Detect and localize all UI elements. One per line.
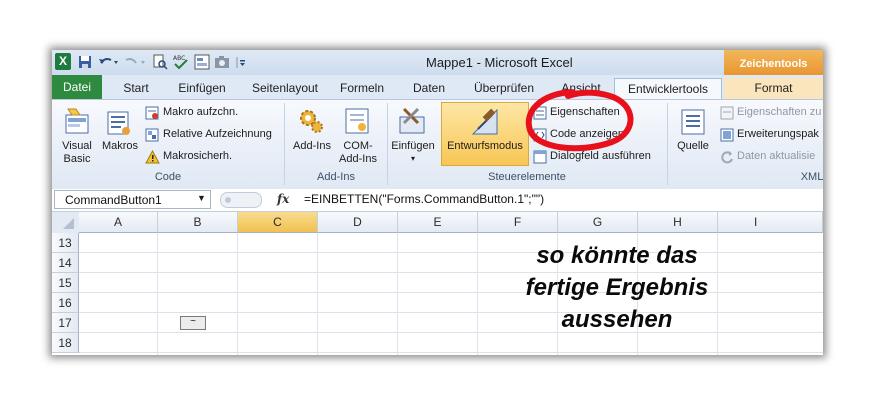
visual-basic-label-1: Visual — [62, 140, 92, 152]
context-header-zeichentools: Zeichentools — [724, 50, 823, 78]
column-gridline — [317, 233, 318, 355]
com-add-ins-button[interactable]: COM- Add-Ins — [334, 140, 382, 166]
einfuegen-dropdown-icon[interactable]: ▾ — [411, 154, 415, 163]
print-preview-icon[interactable] — [152, 54, 168, 70]
excel-logo-icon[interactable]: X — [55, 53, 71, 70]
group-separator — [667, 103, 668, 185]
formula-input[interactable]: =EINBETTEN("Forms.CommandButton.1";"") — [304, 192, 544, 206]
column-gridline — [157, 233, 158, 355]
title-bar: X ABC Mappe1 - Microsoft Excel Zeichento… — [52, 50, 823, 78]
formula-bar: CommandButton1 ▼ fx =EINBETTEN("Forms.Co… — [52, 189, 823, 212]
visual-basic-button[interactable]: Visual Basic — [54, 140, 100, 166]
makro-aufzeichnen-button[interactable]: Makro aufzchn. — [163, 106, 238, 118]
red-annotation-circle — [525, 89, 634, 152]
erweiterungspakete-button[interactable]: Erweiterungspak — [737, 128, 819, 140]
group-label-steuerelemente: Steuerelemente — [488, 171, 566, 183]
column-header[interactable]: A — [79, 212, 158, 233]
xml-source-icon — [681, 109, 705, 135]
makrosicherheit-button[interactable]: Makrosicherh. — [163, 150, 232, 162]
tab-start[interactable]: Start — [116, 78, 156, 99]
ribbon-entwicklertools: Visual Basic Makros Makro aufzchn. Relati… — [52, 89, 823, 190]
insert-controls-icon — [399, 107, 425, 134]
entwurfsmodus-button[interactable]: Entwurfsmodus — [441, 102, 529, 166]
expansion-packs-icon — [720, 128, 734, 142]
worksheet-grid[interactable]: A B C D E F G H I 13 14 15 16 17 18 ~ so… — [52, 212, 823, 355]
column-header[interactable]: C — [238, 212, 318, 233]
customize-qat-icon[interactable] — [236, 55, 246, 69]
row-header[interactable]: 16 — [52, 293, 79, 313]
einfuegen-controls-button[interactable]: Einfügen — [388, 140, 438, 152]
refresh-data-icon — [721, 151, 733, 164]
row-header[interactable]: 17 — [52, 313, 79, 333]
undo-icon[interactable] — [98, 55, 120, 69]
tab-format[interactable]: Format — [724, 78, 823, 99]
visual-basic-icon — [65, 108, 89, 134]
entwurfsmodus-label: Entwurfsmodus — [447, 140, 523, 152]
row-gridline — [79, 352, 823, 353]
column-header[interactable]: H — [638, 212, 718, 233]
eigenschaften-zuordnen-button[interactable]: Eigenschaften zu — [737, 106, 821, 118]
column-gridline — [397, 233, 398, 355]
annotation-line-3: aussehen — [561, 306, 673, 333]
annotation-line-2: fertige Ergebnis — [525, 274, 709, 301]
camera-icon[interactable] — [214, 54, 230, 70]
relative-reference-icon — [145, 128, 159, 142]
svg-text:ABC: ABC — [173, 55, 185, 62]
command-button-1[interactable]: ~ — [180, 316, 206, 330]
excel-window: X ABC Mappe1 - Microsoft Excel Zeichento… — [52, 50, 823, 355]
form-icon[interactable] — [194, 54, 210, 70]
row-header[interactable]: 18 — [52, 333, 79, 353]
row-header[interactable]: 14 — [52, 253, 79, 273]
add-ins-button[interactable]: Add-Ins — [288, 140, 336, 152]
spelling-icon[interactable]: ABC — [172, 53, 190, 71]
column-header[interactable]: B — [158, 212, 238, 233]
makros-button[interactable]: Makros — [98, 140, 142, 152]
macro-security-warning-icon — [145, 150, 160, 164]
tab-formeln[interactable]: Formeln — [336, 78, 388, 99]
design-mode-icon — [471, 108, 498, 135]
column-header[interactable]: F — [478, 212, 558, 233]
group-label-xml: XML — [800, 171, 823, 183]
redo-icon[interactable] — [125, 55, 147, 69]
name-box[interactable]: CommandButton1 — [54, 190, 211, 209]
row-header[interactable]: 15 — [52, 273, 79, 293]
row-header[interactable]: 13 — [52, 233, 79, 253]
com-add-ins-label-2: Add-Ins — [339, 153, 377, 165]
com-add-ins-label-1: COM- — [343, 140, 373, 152]
name-box-dropdown-icon[interactable]: ▼ — [197, 193, 206, 203]
add-ins-gear-icon — [300, 110, 323, 133]
ribbon-tabs: Datei Start Einfügen Seitenlayout Formel… — [52, 75, 823, 100]
column-header[interactable]: D — [318, 212, 398, 233]
daten-aktualisieren-button[interactable]: Daten aktualisie — [737, 150, 815, 162]
insert-function-icon[interactable]: fx — [277, 192, 289, 206]
relative-aufzeichnung-button[interactable]: Relative Aufzeichnung — [163, 128, 272, 140]
quelle-button[interactable]: Quelle — [670, 140, 716, 152]
row-gridline — [79, 272, 823, 273]
annotation-line-1: so könnte das — [536, 242, 698, 269]
record-macro-icon — [145, 106, 159, 120]
column-header[interactable]: I — [718, 212, 823, 233]
tab-einfuegen[interactable]: Einfügen — [172, 78, 232, 99]
com-add-ins-icon — [345, 108, 369, 134]
column-header[interactable]: E — [398, 212, 478, 233]
window-title: Mappe1 - Microsoft Excel — [426, 55, 573, 70]
tab-seitenlayout[interactable]: Seitenlayout — [248, 78, 322, 99]
formula-bar-expander-icon[interactable] — [220, 192, 262, 208]
save-icon[interactable] — [78, 55, 92, 69]
map-properties-icon — [720, 106, 734, 120]
visual-basic-label-2: Basic — [63, 153, 91, 165]
tab-daten[interactable]: Daten — [404, 78, 454, 99]
group-label-code: Code — [154, 171, 182, 183]
column-header[interactable]: G — [558, 212, 638, 233]
select-all-corner-icon[interactable] — [52, 212, 79, 233]
tab-datei[interactable]: Datei — [52, 75, 102, 99]
group-label-add-ins: Add-Ins — [317, 171, 355, 183]
makros-icon — [107, 111, 130, 135]
column-gridline — [237, 233, 238, 355]
